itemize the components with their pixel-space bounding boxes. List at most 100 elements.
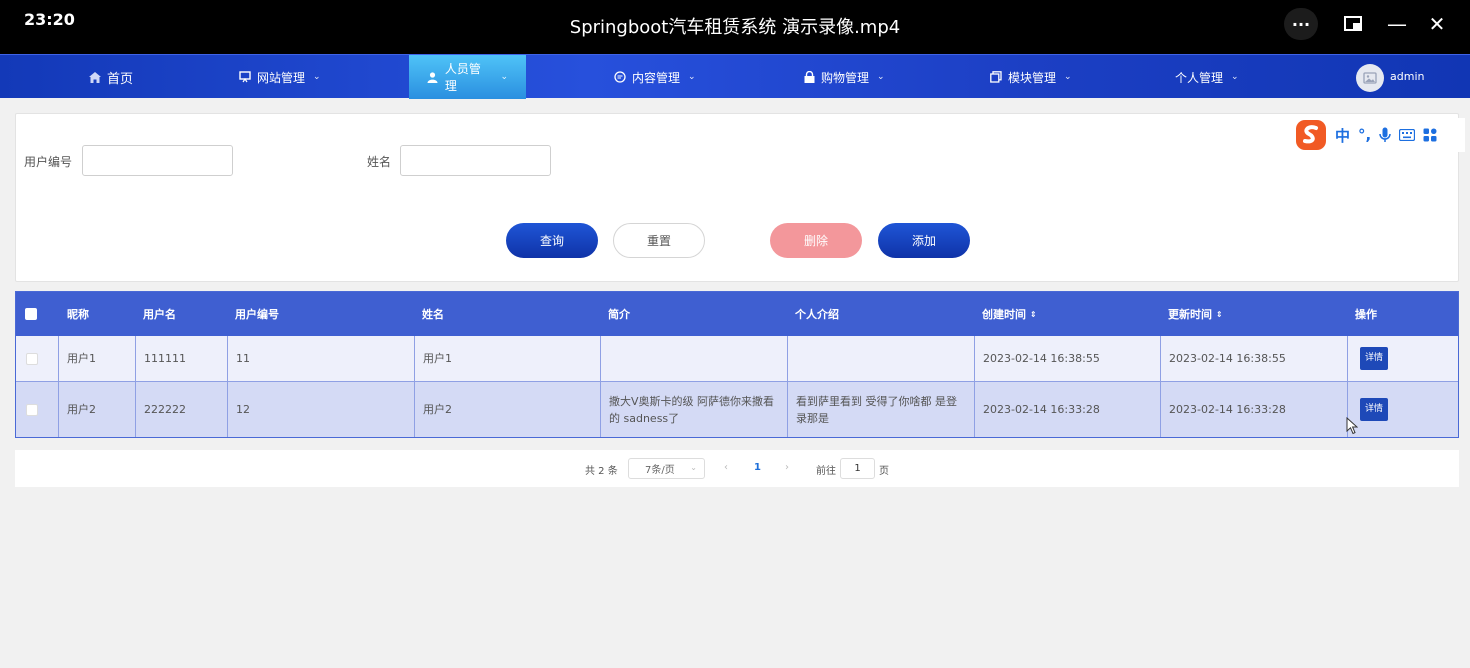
page-size-select[interactable]: 7条/页 ⌄ (628, 458, 705, 479)
nav-label-content: 内容管理 (632, 70, 681, 85)
page-suffix-label: 页 (879, 466, 889, 477)
cell-nickname: 用户2 (58, 382, 135, 437)
header-username: 用户名 (143, 308, 176, 321)
cell-user-no: 12 (227, 382, 414, 437)
cell-username: 222222 (135, 382, 227, 437)
nav-label-modules: 模块管理 (1008, 70, 1057, 85)
ime-punctuation[interactable]: °, (1358, 126, 1371, 144)
header-nickname: 昵称 (67, 308, 89, 321)
cell-nickname: 用户1 (58, 336, 135, 381)
name-label: 姓名 (367, 155, 392, 169)
table-row[interactable]: 用户1 111111 11 用户1 2023-02-14 16:38:55 20… (16, 336, 1458, 382)
cell-name: 用户1 (414, 336, 600, 381)
player-titlebar: 23:20 Springboot汽车租赁系统 演示录像.mp4 ··· — ✕ (0, 0, 1470, 54)
apps-grid-icon[interactable] (1423, 128, 1437, 142)
row-checkbox[interactable] (16, 336, 58, 381)
sort-icon[interactable]: ⇕ (1216, 310, 1223, 319)
cell-intro (600, 336, 787, 381)
delete-button[interactable]: 删除 (770, 223, 862, 258)
goto-page-input[interactable]: 1 (840, 458, 875, 479)
lock-icon (803, 71, 815, 83)
username-label[interactable]: admin (1390, 70, 1424, 83)
user-icon (427, 71, 439, 83)
ime-toolbar[interactable]: 中 °, (1291, 118, 1465, 152)
header-user-no: 用户编号 (235, 308, 279, 321)
cell-updated: 2023-02-14 16:33:28 (1160, 382, 1347, 437)
header-created-label: 创建时间 (982, 308, 1026, 321)
cell-intro: 撒大V奥斯卡的级 阿萨德你来撒看的 sadness了 (600, 382, 787, 437)
user-no-input[interactable] (82, 145, 233, 176)
sogou-logo-icon (1296, 120, 1326, 150)
page-number-current[interactable]: 1 (754, 462, 761, 473)
cell-actions: 详情 (1347, 382, 1458, 437)
cell-username: 111111 (135, 336, 227, 381)
table-header: 昵称 用户名 用户编号 姓名 简介 个人介绍 创建时间 ⇕ 更新时间 ⇕ 操作 (16, 292, 1458, 336)
cell-created: 2023-02-14 16:38:55 (974, 336, 1160, 381)
name-input[interactable] (400, 145, 551, 176)
header-created[interactable]: 创建时间 ⇕ (982, 292, 1037, 336)
nav-label-home: 首页 (107, 71, 134, 87)
header-actions: 操作 (1355, 308, 1377, 321)
user-table: 昵称 用户名 用户编号 姓名 简介 个人介绍 创建时间 ⇕ 更新时间 ⇕ 操作 … (15, 291, 1459, 438)
detail-button[interactable]: 详情 (1360, 347, 1389, 370)
chevron-down-icon: ⌄ (313, 72, 321, 82)
select-all-checkbox[interactable] (25, 292, 37, 336)
cell-user-no: 11 (227, 336, 414, 381)
keyboard-icon[interactable] (1399, 129, 1416, 141)
chevron-down-icon: ⌄ (1064, 72, 1072, 82)
query-button[interactable]: 查询 (506, 223, 598, 258)
chevron-down-icon: ⌄ (690, 463, 697, 472)
home-icon (89, 71, 101, 83)
table-row[interactable]: 用户2 222222 12 用户2 撒大V奥斯卡的级 阿萨德你来撒看的 sadn… (16, 382, 1458, 437)
nav-item-personnel[interactable]: 人员管理 ⌄ (409, 55, 526, 99)
microphone-icon[interactable] (1379, 127, 1391, 143)
nav-label-shopping: 购物管理 (821, 70, 870, 85)
nav-label-personnel: 人员管理 (444, 62, 481, 93)
header-intro: 简介 (608, 308, 630, 321)
page-size-value: 7条/页 (645, 465, 675, 476)
next-page-icon[interactable]: › (785, 462, 789, 473)
cell-profile (787, 336, 974, 381)
avatar[interactable] (1356, 64, 1384, 92)
add-button[interactable]: 添加 (878, 223, 970, 258)
header-profile: 个人介绍 (795, 308, 839, 321)
nav-item-modules[interactable]: 模块管理 ⌄ (990, 55, 1072, 99)
nav-item-website[interactable]: 网站管理 ⌄ (239, 55, 321, 99)
nav-item-home[interactable]: 首页 (89, 55, 133, 99)
goto-label: 前往 (816, 466, 836, 477)
chevron-down-icon: ⌄ (500, 72, 508, 82)
sort-icon[interactable]: ⇕ (1030, 310, 1037, 319)
close-button[interactable]: ✕ (1420, 8, 1454, 40)
image-icon (1363, 72, 1377, 84)
user-no-label: 用户编号 (24, 155, 73, 169)
video-title: Springboot汽车租赁系统 演示录像.mp4 (569, 17, 901, 38)
nav-item-content[interactable]: 内容管理 ⌄ (614, 55, 696, 99)
header-updated-label: 更新时间 (1168, 308, 1212, 321)
header-updated[interactable]: 更新时间 ⇕ (1168, 292, 1223, 336)
top-navigation: 首页 网站管理 ⌄ 人员管理 ⌄ 内容管理 ⌄ 购物管理 ⌄ 模块管理 ⌄ 个人… (0, 54, 1470, 99)
ime-chinese-mode[interactable]: 中 (1335, 125, 1350, 146)
minimize-button[interactable]: — (1380, 8, 1414, 40)
cell-profile: 看到萨里看到 受得了你啥都 是登录那是 (787, 382, 974, 437)
prev-page-icon[interactable]: ‹ (724, 462, 728, 473)
nav-item-personal[interactable]: 个人管理 ⌄ (1175, 55, 1239, 99)
picture-in-picture-icon[interactable] (1336, 8, 1370, 40)
monitor-icon (239, 71, 251, 83)
detail-button[interactable]: 详情 (1360, 398, 1389, 421)
more-options-button[interactable]: ··· (1284, 8, 1318, 40)
header-name: 姓名 (422, 308, 444, 321)
pagination: 共 2 条 7条/页 ⌄ ‹ 1 › 前往 1 页 (15, 450, 1459, 487)
row-checkbox[interactable] (16, 382, 58, 437)
chevron-down-icon: ⌄ (1231, 72, 1239, 82)
cell-name: 用户2 (414, 382, 600, 437)
nav-label-website: 网站管理 (257, 70, 306, 85)
cell-updated: 2023-02-14 16:38:55 (1160, 336, 1347, 381)
nav-label-personal: 个人管理 (1175, 70, 1224, 85)
copy-icon (990, 71, 1002, 83)
reset-button[interactable]: 重置 (613, 223, 705, 258)
chevron-down-icon: ⌄ (688, 72, 696, 82)
chevron-down-icon: ⌄ (877, 72, 885, 82)
cell-created: 2023-02-14 16:33:28 (974, 382, 1160, 437)
nav-item-shopping[interactable]: 购物管理 ⌄ (803, 55, 885, 99)
chat-icon (614, 71, 626, 83)
